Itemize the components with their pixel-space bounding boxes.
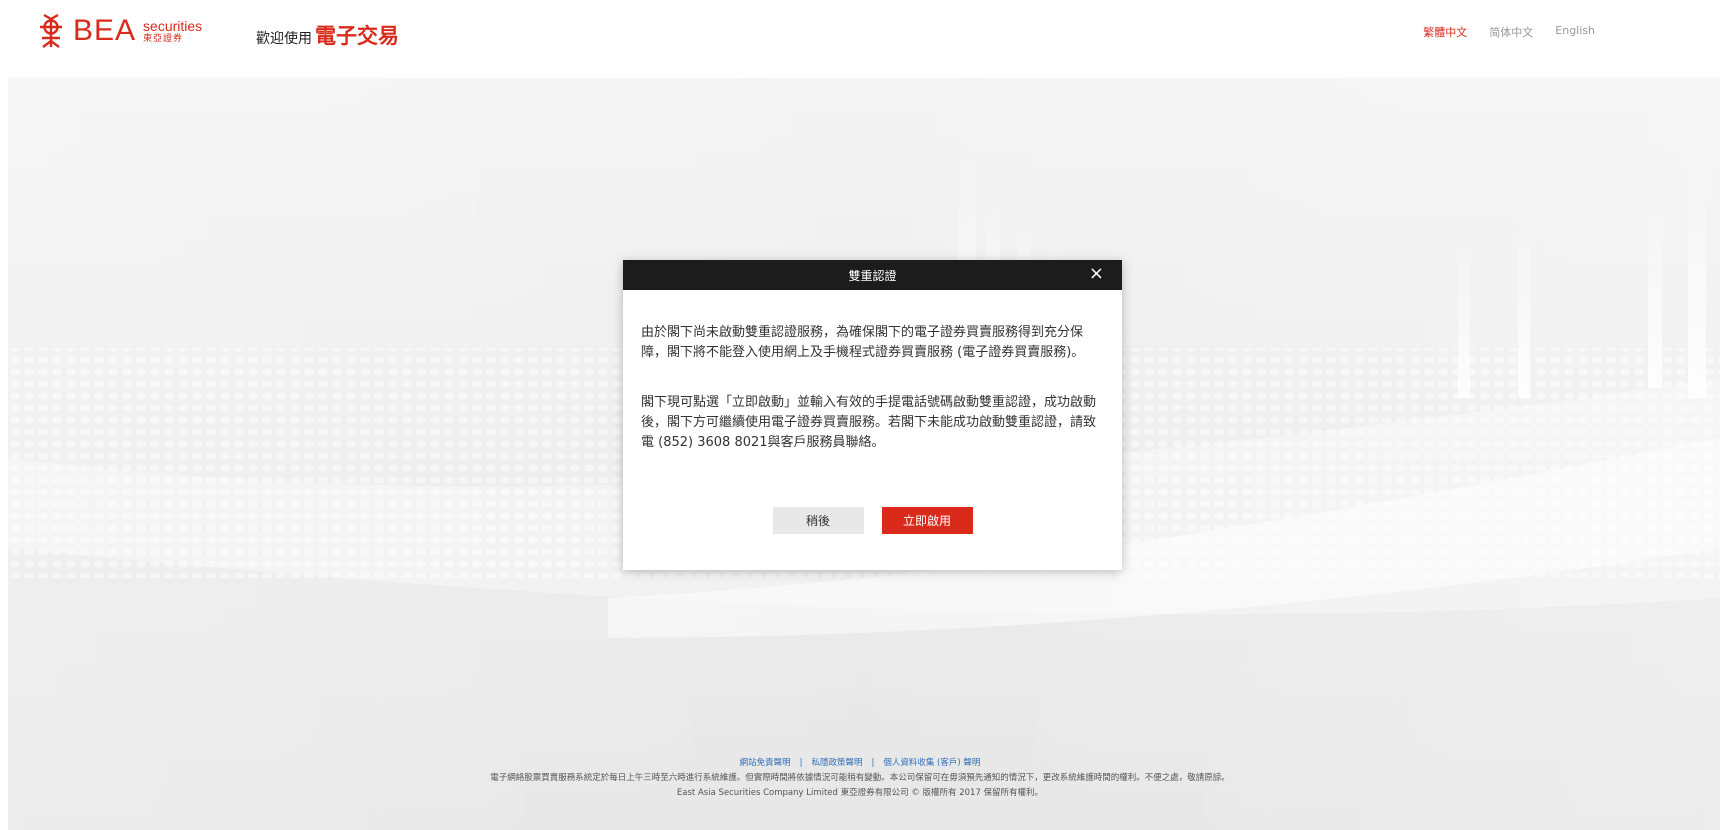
welcome-highlight: 電子交易 <box>315 24 399 48</box>
footer-links: 網站免責聲明 | 私隱政策聲明 | 個人資料收集 (客戶) 聲明 <box>0 756 1720 771</box>
footer-separator: | <box>799 758 803 768</box>
page-footer: 網站免責聲明 | 私隱政策聲明 | 個人資料收集 (客戶) 聲明 電子網絡股票買賣服務系… <box>0 756 1720 801</box>
maintenance-notice: 電子網絡股票買賣服務系統定於每日上午三時至六時進行系統維護。但實際時間將依據情況… <box>490 773 1230 783</box>
two-factor-auth-dialog: 雙重認證 × 由於閣下尚未啟動雙重認證服務，為確保閣下的電子證券買賣服務得到充分… <box>623 260 1122 570</box>
dialog-title: 雙重認證 <box>848 269 897 283</box>
disclaimer-link[interactable]: 網站免責聲明 <box>740 758 791 768</box>
lang-traditional-chinese[interactable]: 繁體中文 <box>1423 24 1467 40</box>
dialog-message-1: 由於閣下尚未啟動雙重認證服務，為確保閣下的電子證券買賣服務得到充分保障，閣下將不… <box>641 325 1085 360</box>
dialog-header: 雙重認證 × <box>623 260 1122 290</box>
close-icon[interactable]: × <box>1089 263 1104 285</box>
lang-english[interactable]: English <box>1555 24 1595 40</box>
dialog-body: 由於閣下尚未啟動雙重認證服務，為確保閣下的電子證券買賣服務得到充分保障，閣下將不… <box>623 290 1122 453</box>
copyright-text: East Asia Securities Company Limited 東亞證… <box>676 788 1044 798</box>
logo-brand: BEA <box>73 14 137 47</box>
footer-separator: | <box>871 758 875 768</box>
language-switcher: 繁體中文 简体中文 English <box>1423 24 1595 40</box>
welcome-prefix: 歡迎使用 <box>256 31 312 47</box>
top-header: BEA securities 東亞證券 歡迎使用 電子交易 繁體中文 简体中文 … <box>0 0 1720 78</box>
dialog-actions: 稍後 立即啟用 <box>623 507 1122 534</box>
bea-logo[interactable]: BEA securities 東亞證券 <box>38 12 202 50</box>
activate-now-button[interactable]: 立即啟用 <box>881 507 973 534</box>
lang-simplified-chinese[interactable]: 简体中文 <box>1489 24 1533 40</box>
logo-subtitle: securities 東亞證券 <box>143 19 202 44</box>
later-button[interactable]: 稍後 <box>772 507 864 534</box>
welcome-title: 歡迎使用 電子交易 <box>256 20 399 50</box>
bea-emblem-icon <box>40 13 62 48</box>
personal-data-collection-link[interactable]: 個人資料收集 (客戶) 聲明 <box>883 758 980 768</box>
dialog-message-2: 閣下現可點選「立即啟動」並輸入有效的手提電話號碼啟動雙重認證，成功啟動後，閣下方… <box>641 395 1097 450</box>
logo-sub-en: securities <box>143 17 203 34</box>
logo-sub-zh: 東亞證券 <box>143 33 184 44</box>
privacy-policy-link[interactable]: 私隱政策聲明 <box>811 758 862 768</box>
